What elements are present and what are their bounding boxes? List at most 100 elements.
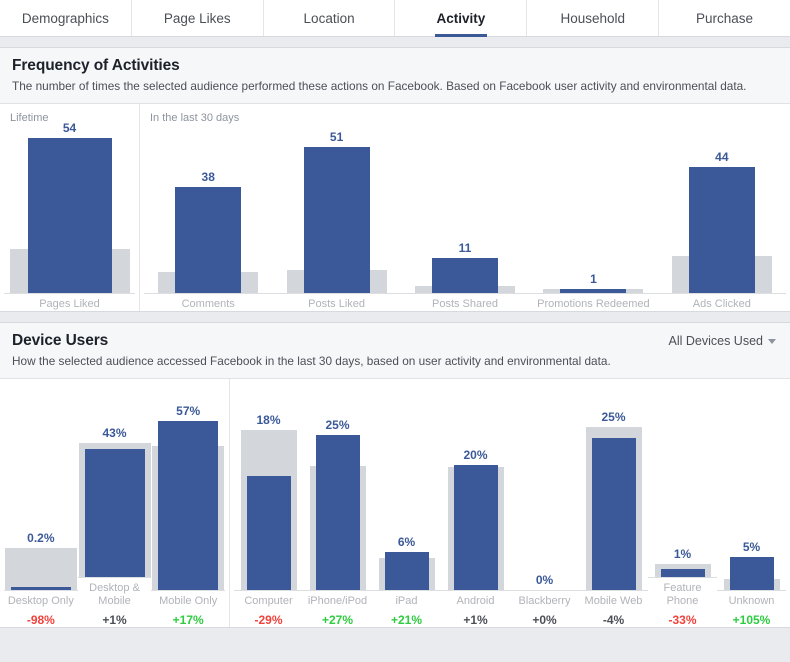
chevron-down-icon bbox=[768, 338, 776, 344]
audience-bar[interactable] bbox=[10, 587, 71, 590]
delta-label: +1% bbox=[463, 613, 488, 627]
bar-column[interactable]: 51 Posts Liked bbox=[272, 104, 401, 311]
audience-bar[interactable] bbox=[729, 557, 774, 590]
bar-plot-area: 38 bbox=[144, 123, 272, 293]
frequency-last30-bars: 38 Comments 51 Posts Liked 11 Posts Shared 1 Pr… bbox=[140, 104, 790, 311]
frequency-lifetime-panel: Lifetime 54 Pages Liked bbox=[0, 104, 140, 311]
all-devices-used-dropdown[interactable]: All Devices Used bbox=[669, 334, 776, 348]
bar-plot-area: 0% bbox=[510, 404, 579, 590]
bar-plot-area: 43% bbox=[78, 391, 152, 577]
delta-label: +17% bbox=[172, 613, 204, 627]
tab-label: Location bbox=[303, 10, 355, 26]
audience-bar[interactable] bbox=[688, 167, 755, 293]
tab-purchase[interactable]: Purchase bbox=[659, 0, 790, 36]
bar-value-label: 25% bbox=[601, 410, 626, 424]
bar-column[interactable]: 57% Mobile Only +17% bbox=[151, 379, 226, 627]
tab-page-likes[interactable]: Page Likes bbox=[132, 0, 264, 36]
tab-label: Purchase bbox=[696, 10, 754, 26]
device-users-title: Device Users bbox=[12, 332, 109, 349]
bar-column[interactable]: 0% Blackberry +0% bbox=[510, 379, 579, 627]
audience-bar[interactable] bbox=[84, 449, 145, 577]
audience-bar[interactable] bbox=[246, 476, 291, 590]
bar-plot-area: 6% bbox=[372, 404, 441, 590]
audience-bar[interactable] bbox=[27, 138, 112, 293]
bar-plot-area: 57% bbox=[151, 404, 225, 590]
bar-column[interactable]: 1% Feature Phone -33% bbox=[648, 379, 717, 627]
delta-label: +0% bbox=[532, 613, 557, 627]
frequency-card-header: Frequency of Activities The number of ti… bbox=[0, 48, 790, 104]
frequency-chart-row: Lifetime 54 Pages Liked In the last 30 da… bbox=[0, 104, 790, 311]
audience-bar[interactable] bbox=[453, 465, 498, 590]
tab-activity[interactable]: Activity bbox=[395, 0, 528, 36]
category-label: Promotions Redeemed bbox=[537, 298, 650, 310]
bar-plot-area: 25% bbox=[579, 404, 648, 590]
bar-plot-area: 11 bbox=[401, 123, 529, 293]
audience-bar[interactable] bbox=[158, 421, 219, 590]
device-types-panel: 18% Computer -29% 25% iPhone/iPod +27% 6% iPad +… bbox=[230, 379, 790, 627]
tab-label: Household bbox=[560, 10, 625, 26]
bar-column[interactable]: 38 Comments bbox=[144, 104, 273, 311]
delta-label: +105% bbox=[732, 613, 771, 627]
bar-column[interactable]: 54 Pages Liked bbox=[4, 104, 135, 311]
frequency-title: Frequency of Activities bbox=[12, 57, 180, 74]
tab-household[interactable]: Household bbox=[527, 0, 660, 36]
audience-bar[interactable] bbox=[660, 569, 705, 577]
audience-bar[interactable] bbox=[303, 147, 370, 293]
bar-column[interactable]: 20% Android +1% bbox=[441, 379, 510, 627]
category-label: Blackberry bbox=[518, 595, 571, 607]
bar-column[interactable]: 18% Computer -29% bbox=[234, 379, 303, 627]
bar-value-label: 51 bbox=[329, 130, 344, 144]
bar-column[interactable]: 0.2% Desktop Only -98% bbox=[4, 379, 78, 627]
audience-bar[interactable] bbox=[591, 438, 636, 590]
frequency-last30-label: In the last 30 days bbox=[150, 112, 240, 124]
bar-value-label: 20% bbox=[463, 448, 488, 462]
delta-label: -98% bbox=[26, 613, 55, 627]
category-label: iPad bbox=[395, 595, 418, 607]
delta-label: -33% bbox=[668, 613, 697, 627]
bar-plot-area: 20% bbox=[441, 404, 510, 590]
audience-bar[interactable] bbox=[384, 552, 429, 590]
bar-plot-area: 25% bbox=[303, 404, 372, 590]
benchmark-bar bbox=[4, 548, 77, 590]
bar-column[interactable]: 25% iPhone/iPod +27% bbox=[303, 379, 372, 627]
device-users-subtitle: How the selected audience accessed Faceb… bbox=[12, 354, 611, 368]
section-gap-top bbox=[0, 37, 790, 47]
audience-bar[interactable] bbox=[175, 187, 242, 293]
tab-location[interactable]: Location bbox=[264, 0, 396, 36]
main-tab-bar: Demographics Page Likes Location Activity Ho… bbox=[0, 0, 790, 37]
category-label: Posts Liked bbox=[308, 298, 366, 310]
delta-label: +21% bbox=[390, 613, 423, 627]
category-label: Mobile Only bbox=[159, 595, 218, 607]
frequency-lifetime-bars: 54 Pages Liked bbox=[0, 104, 139, 311]
device-desktop-mobile-bars: 0.2% Desktop Only -98% 43% Desktop & Mobile +… bbox=[0, 379, 229, 627]
bar-column[interactable]: 44 Ads Clicked bbox=[657, 104, 787, 311]
tab-demographics[interactable]: Demographics bbox=[0, 0, 132, 36]
bar-value-label: 11 bbox=[458, 241, 472, 255]
audience-bar[interactable] bbox=[560, 289, 627, 293]
category-label: Desktop & Mobile bbox=[89, 582, 140, 607]
bar-column[interactable]: 5% Unknown +105% bbox=[717, 379, 786, 627]
frequency-lifetime-label: Lifetime bbox=[10, 112, 49, 124]
category-label: Android bbox=[456, 595, 495, 607]
audience-bar[interactable] bbox=[315, 435, 360, 590]
bar-plot-area: 5% bbox=[717, 404, 786, 590]
bar-value-label: 38 bbox=[201, 170, 215, 184]
category-label: Computer bbox=[244, 595, 293, 607]
bar-column[interactable]: 25% Mobile Web -4% bbox=[579, 379, 648, 627]
bar-value-label: 1% bbox=[673, 547, 692, 561]
audience-bar[interactable] bbox=[432, 258, 499, 293]
category-label: Comments bbox=[181, 298, 235, 310]
category-label: Posts Shared bbox=[431, 298, 499, 310]
tab-label: Demographics bbox=[21, 10, 109, 26]
bar-plot-area: 1% bbox=[648, 391, 717, 577]
category-label: Unknown bbox=[728, 595, 775, 607]
bar-column[interactable]: 6% iPad +21% bbox=[372, 379, 441, 627]
bar-column[interactable]: 11 Posts Shared bbox=[400, 104, 530, 311]
category-label: iPhone/iPod bbox=[307, 595, 368, 607]
bar-column[interactable]: 43% Desktop & Mobile +1% bbox=[77, 379, 152, 627]
section-gap-middle bbox=[0, 312, 790, 322]
bar-value-label: 0% bbox=[535, 573, 554, 587]
bar-plot-area: 51 bbox=[272, 123, 400, 293]
frequency-subtitle: The number of times the selected audienc… bbox=[12, 79, 747, 93]
bar-column[interactable]: 1 Promotions Redeemed bbox=[529, 104, 658, 311]
